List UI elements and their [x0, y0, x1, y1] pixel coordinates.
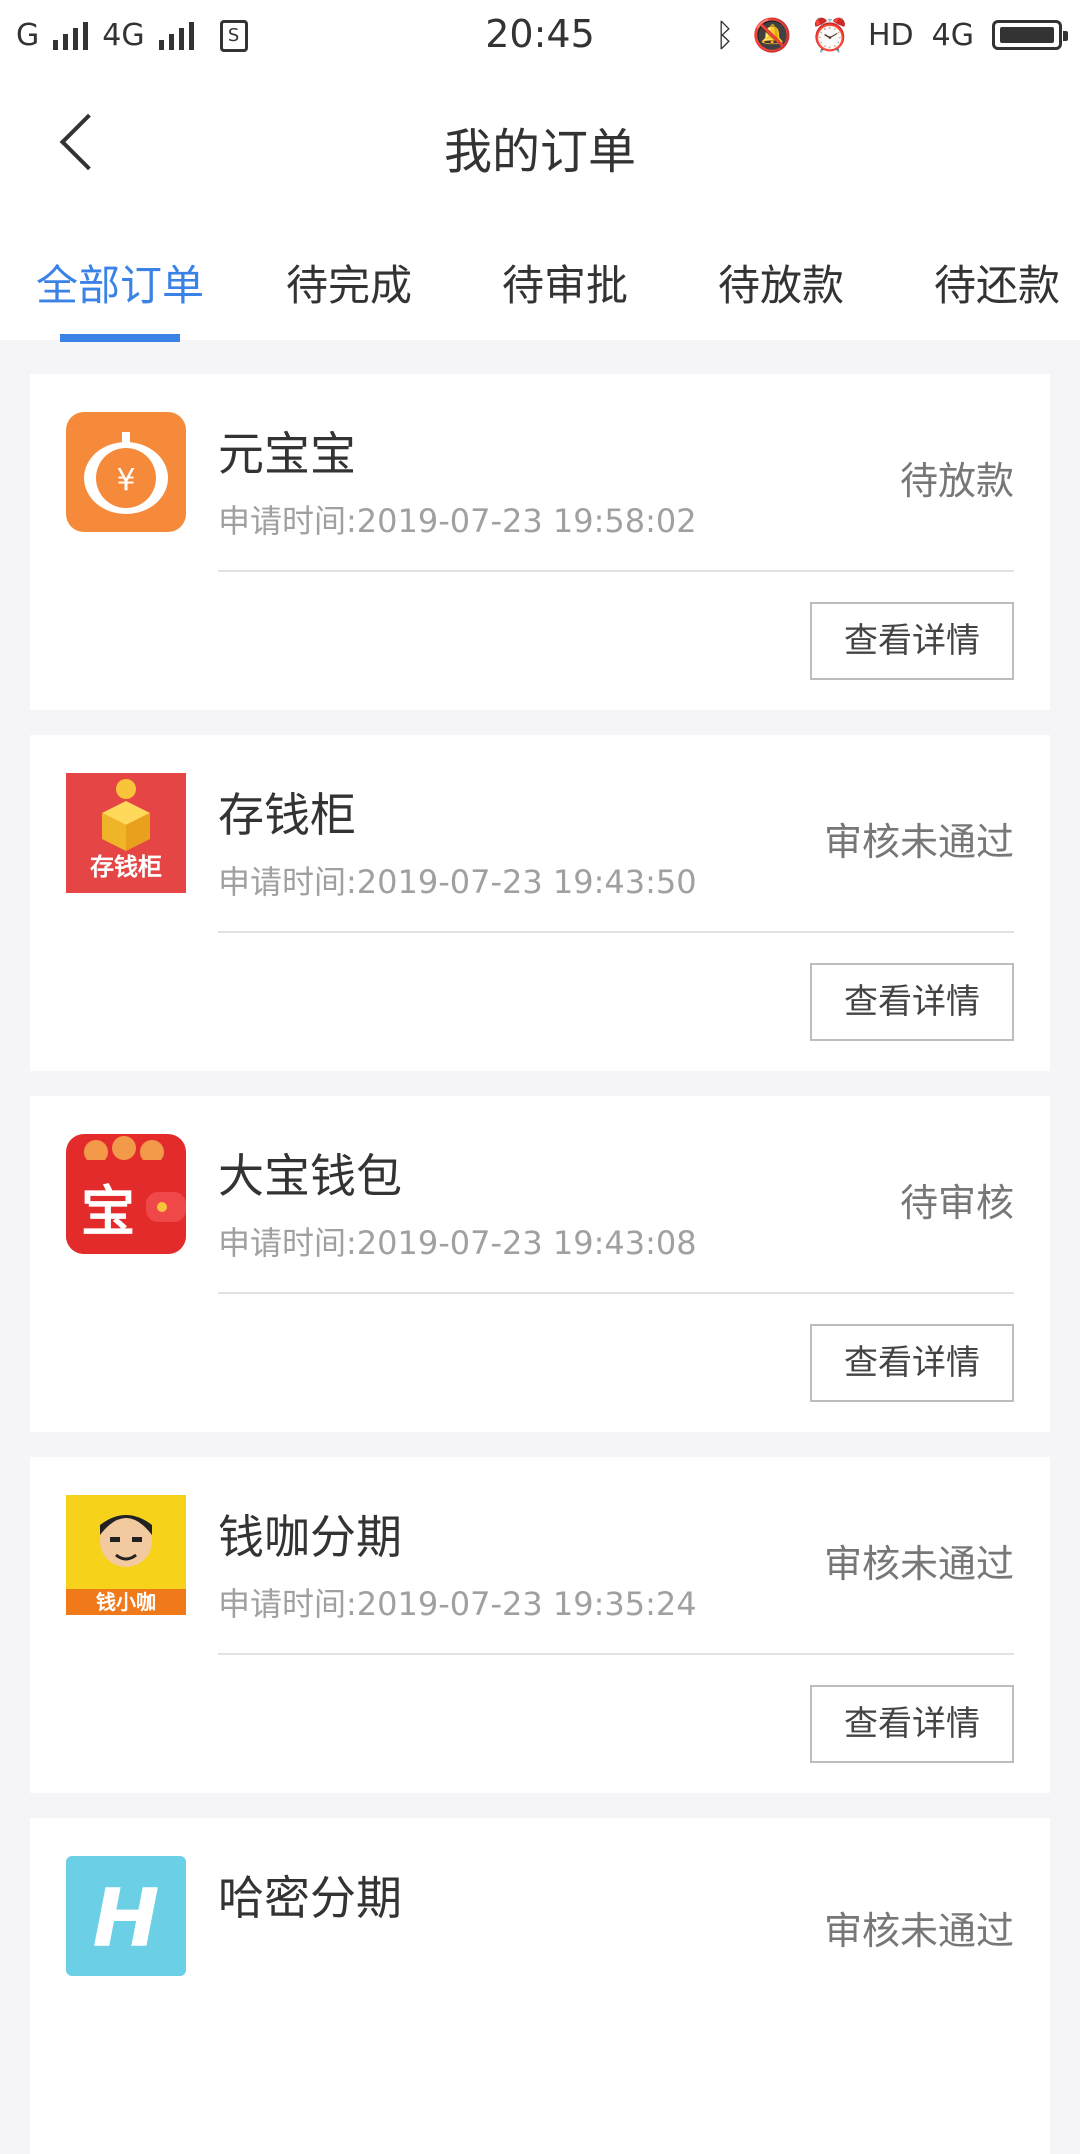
- bluetooth-icon: ᛒ: [715, 16, 735, 54]
- order-card[interactable]: 宝 大宝钱包 申请时间:2019-07-23 19:43:08 待审核 查看详情: [30, 1096, 1050, 1432]
- tab-all-orders[interactable]: 全部订单: [36, 252, 204, 313]
- status-right: ᛒ 🔕 ⏰ HD 4G: [715, 16, 1068, 54]
- divider: [218, 570, 1014, 572]
- product-name: 存钱柜: [218, 788, 356, 842]
- active-tab-indicator: [60, 334, 180, 342]
- divider: [218, 931, 1014, 933]
- order-card[interactable]: 钱小咖 钱咖分期 申请时间:2019-07-23 19:35:24 审核未通过 …: [30, 1457, 1050, 1793]
- wallet-icon: 宝: [66, 1134, 186, 1254]
- tab-pending-loan[interactable]: 待放款: [718, 252, 844, 313]
- product-name: 元宝宝: [218, 427, 356, 481]
- order-tabs: 全部订单 待完成 待审批 待放款 待还款: [0, 212, 1080, 342]
- tab-pending-approval[interactable]: 待审批: [502, 252, 628, 313]
- view-details-button[interactable]: 查看详情: [810, 602, 1014, 680]
- apply-time: 申请时间:2019-07-23 19:43:08: [218, 1224, 697, 1262]
- order-card[interactable]: H 哈密分期 审核未通过: [30, 1818, 1050, 2154]
- svg-text:H: H: [93, 1872, 160, 1965]
- svg-text:¥: ¥: [116, 463, 135, 498]
- gift-box-icon: 存钱柜: [66, 773, 186, 893]
- nav-header: 我的订单: [0, 74, 1080, 212]
- page-title: 我的订单: [443, 124, 636, 180]
- order-card[interactable]: 存钱柜 存钱柜 申请时间:2019-07-23 19:43:50 审核未通过 查…: [30, 735, 1050, 1071]
- cartoon-man-icon: 钱小咖: [66, 1495, 186, 1615]
- apply-time: 申请时间:2019-07-23 19:58:02: [218, 502, 697, 540]
- status-bar: G 4G S 20:45 ᛒ 🔕 ⏰ HD 4G: [0, 0, 1080, 74]
- svg-text:存钱柜: 存钱柜: [90, 853, 162, 881]
- product-name: 大宝钱包: [218, 1149, 402, 1203]
- divider: [218, 1653, 1014, 1655]
- order-status: 待审核: [899, 1181, 1014, 1225]
- letter-h-icon: H: [66, 1856, 186, 1976]
- order-card[interactable]: ¥ 元宝宝 申请时间:2019-07-23 19:58:02 待放款 查看详情: [30, 374, 1050, 710]
- product-name: 哈密分期: [218, 1871, 402, 1925]
- view-details-button[interactable]: 查看详情: [810, 1324, 1014, 1402]
- hd-label: HD: [867, 17, 914, 53]
- tab-pending-repay[interactable]: 待还款: [934, 252, 1060, 313]
- order-status: 待放款: [899, 459, 1014, 503]
- divider: [218, 1292, 1014, 1294]
- product-name: 钱咖分期: [218, 1510, 402, 1564]
- order-status: 审核未通过: [823, 1542, 1014, 1586]
- net-type-label: 4G: [931, 17, 974, 53]
- view-details-button[interactable]: 查看详情: [810, 1685, 1014, 1763]
- battery-icon: [992, 20, 1068, 50]
- tab-pending-complete[interactable]: 待完成: [286, 252, 412, 313]
- apply-time: 申请时间:2019-07-23 19:35:24: [218, 1585, 697, 1623]
- alarm-icon: ⏰: [810, 16, 850, 54]
- order-status: 审核未通过: [823, 1909, 1014, 1953]
- svg-text:钱小咖: 钱小咖: [96, 1590, 156, 1614]
- view-details-button[interactable]: 查看详情: [810, 963, 1014, 1041]
- svg-text:宝: 宝: [81, 1180, 135, 1243]
- pumpkin-yuan-icon: ¥: [66, 412, 186, 532]
- apply-time: 申请时间:2019-07-23 19:43:50: [218, 863, 697, 901]
- order-status: 审核未通过: [823, 820, 1014, 864]
- mute-bell-icon: 🔕: [752, 16, 793, 54]
